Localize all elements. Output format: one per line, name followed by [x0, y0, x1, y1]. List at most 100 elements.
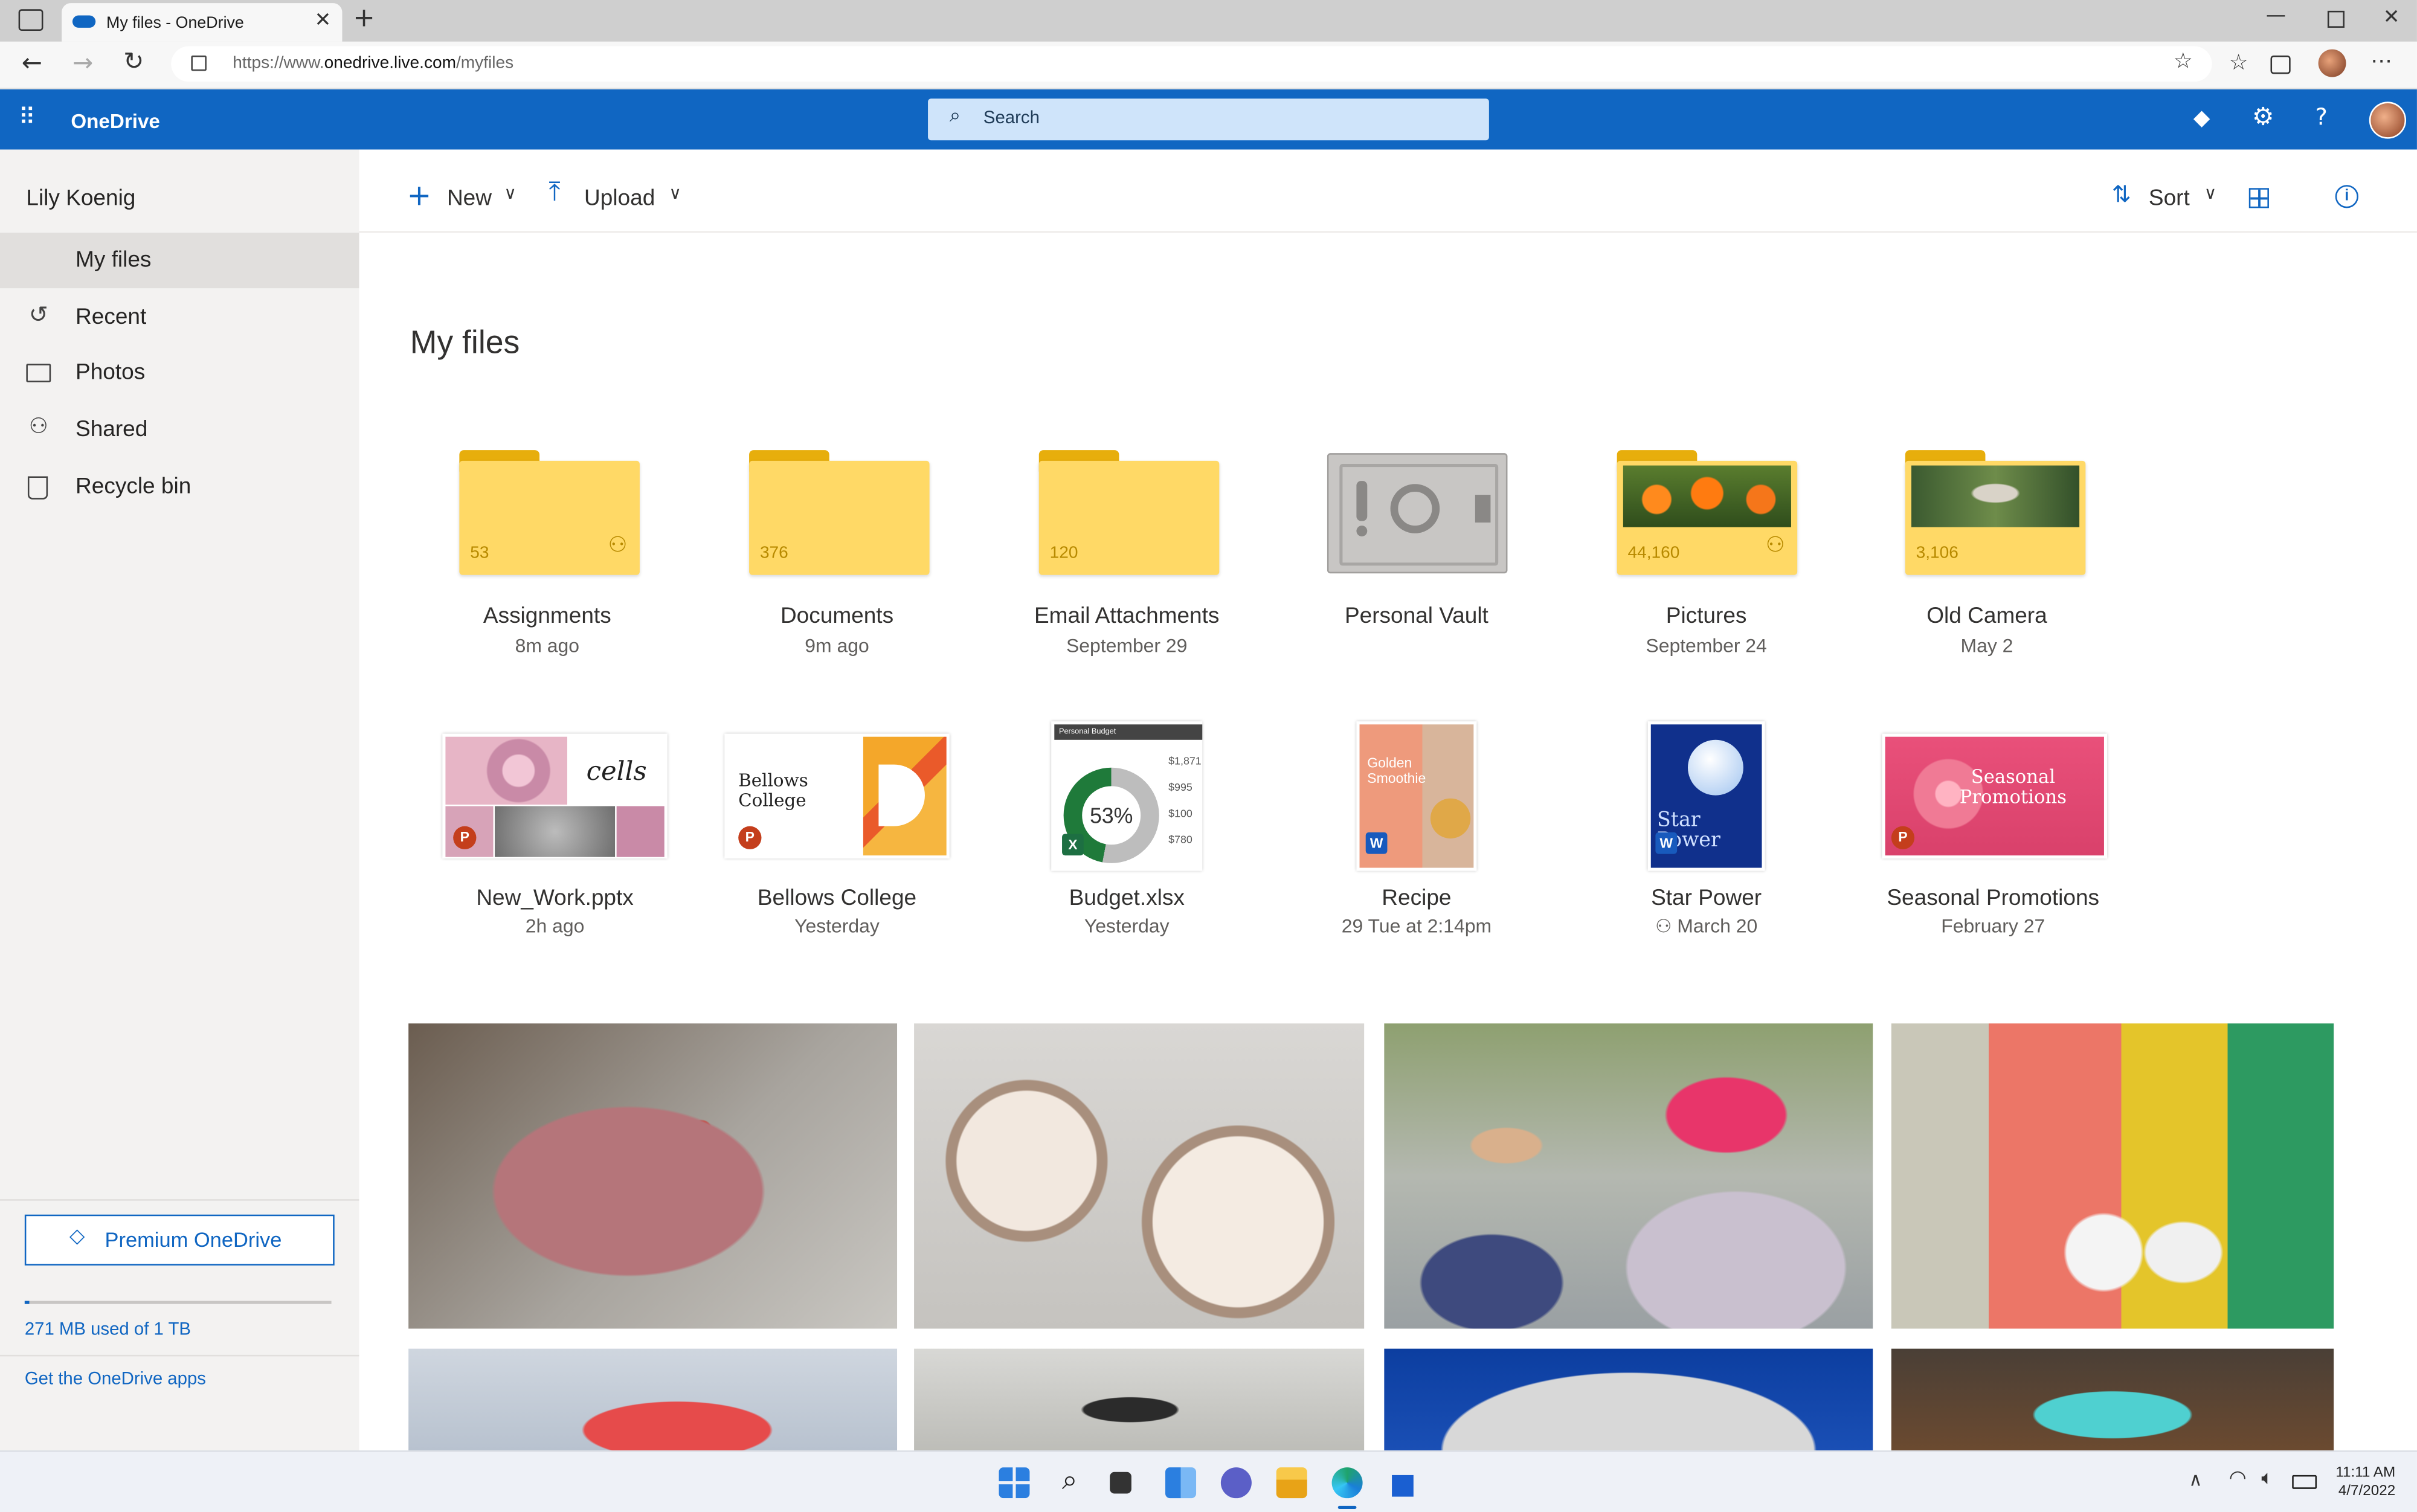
- storage-meter-fill: [24, 1301, 30, 1304]
- shared-people-icon: ⚇: [1655, 915, 1672, 938]
- tab-actions-icon[interactable]: [18, 9, 43, 31]
- edge-icon[interactable]: [1331, 1467, 1363, 1499]
- sidebar: Lily Koenig My files ↺ Recent Photos ⚇ S…: [0, 149, 359, 1451]
- sidebar-divider: [0, 1199, 359, 1201]
- store-icon[interactable]: [1387, 1467, 1418, 1499]
- premium-label: Premium OneDrive: [105, 1228, 282, 1252]
- file-new-work[interactable]: cells P New_Work.pptx 2h ago: [408, 721, 701, 953]
- favorites-icon[interactable]: ☆: [2229, 53, 2248, 74]
- photo-tile[interactable]: [1384, 1023, 1873, 1329]
- task-view-icon[interactable]: [1110, 1472, 1131, 1494]
- folder-modified: 9m ago: [805, 635, 869, 657]
- app-name[interactable]: OneDrive: [71, 109, 160, 132]
- file-seasonal-promotions[interactable]: Seasonal Promotions P Seasonal Promotion…: [1847, 721, 2140, 953]
- file-modified: 29 Tue at 2:14pm: [1341, 915, 1492, 938]
- clock[interactable]: 11:11 AM 4/7/2022: [2335, 1464, 2395, 1501]
- file-recipe[interactable]: Golden Smoothie W Recipe 29 Tue at 2:14p…: [1270, 721, 1563, 953]
- favorite-star-icon[interactable]: ☆: [2174, 51, 2193, 72]
- excel-icon: X: [1062, 834, 1084, 856]
- start-icon[interactable]: [999, 1467, 1030, 1499]
- folder-pictures[interactable]: 44,160 ⚇ Pictures September 24: [1560, 439, 1853, 671]
- sidebar-item-label: Shared: [76, 417, 148, 443]
- file-thumbnail: cells P: [442, 733, 668, 859]
- onedrive-cloud-icon: [72, 15, 96, 28]
- address-bar[interactable]: https://www.onedrive.live.com/myfiles ☆: [171, 46, 2212, 82]
- page-title: My files: [410, 325, 520, 361]
- restore-icon[interactable]: [2327, 10, 2345, 28]
- folder-email-attachments[interactable]: 120 Email Attachments September 29: [980, 439, 1273, 671]
- sidebar-item-label: Recycle bin: [76, 474, 191, 500]
- powerpoint-icon: P: [1891, 826, 1915, 849]
- word-icon: W: [1655, 832, 1678, 854]
- sidebar-divider: [0, 1354, 359, 1357]
- file-bellows-college[interactable]: Bellows College P Bellows College Yester…: [690, 721, 983, 953]
- chevron-down-icon[interactable]: ∨: [2204, 185, 2217, 202]
- help-icon[interactable]: ?: [2316, 106, 2328, 129]
- history-icon: ↺: [28, 300, 48, 329]
- sidebar-item-my-files[interactable]: My files: [0, 233, 359, 289]
- premium-onedrive-button[interactable]: ◇ Premium OneDrive: [24, 1214, 335, 1266]
- chevron-down-icon[interactable]: ∨: [669, 185, 681, 202]
- refresh-icon[interactable]: ↻: [123, 48, 144, 74]
- file-explorer-icon[interactable]: [1276, 1467, 1307, 1499]
- close-tab-icon[interactable]: ✕: [315, 11, 332, 31]
- search-input[interactable]: Search: [983, 109, 1040, 128]
- file-name: New_Work.pptx: [476, 886, 634, 911]
- chevron-up-icon[interactable]: ∧: [2189, 1470, 2202, 1489]
- back-icon[interactable]: ←: [22, 50, 42, 76]
- search-icon[interactable]: ⌕: [1054, 1467, 1085, 1498]
- photo-tile[interactable]: [914, 1348, 1365, 1451]
- premium-diamond-icon[interactable]: ◆: [2193, 108, 2210, 130]
- file-thumbnail: Golden Smoothie W: [1356, 721, 1477, 871]
- file-star-power[interactable]: Star Power W Star Power ⚇ March 20: [1560, 721, 1853, 953]
- account-avatar[interactable]: [2369, 101, 2407, 139]
- sidebar-item-shared[interactable]: ⚇ Shared: [0, 402, 359, 458]
- user-name: Lily Koenig: [26, 186, 136, 211]
- volume-icon[interactable]: 🔈︎: [2261, 1469, 2273, 1489]
- app-launcher-icon[interactable]: ⠿: [19, 106, 36, 129]
- sidebar-item-label: Photos: [76, 361, 146, 385]
- widgets-icon[interactable]: [1165, 1467, 1197, 1499]
- folder-name: Assignments: [483, 604, 611, 629]
- file-name: Seasonal Promotions: [1887, 886, 2100, 911]
- folder-personal-vault[interactable]: Personal Vault: [1270, 439, 1563, 671]
- browser-tab[interactable]: My files - OneDrive ✕: [62, 3, 343, 42]
- folder-assignments[interactable]: 53 ⚇ Assignments 8m ago: [401, 439, 694, 671]
- folder-documents[interactable]: 376 Documents 9m ago: [690, 439, 983, 671]
- folder-name: Email Attachments: [1034, 604, 1220, 629]
- photo-tile[interactable]: [1384, 1348, 1873, 1451]
- sidebar-item-recent[interactable]: ↺ Recent: [0, 290, 359, 346]
- sidebar-item-photos[interactable]: Photos: [0, 346, 359, 401]
- folder-old-camera[interactable]: 3,106 Old Camera May 2: [1841, 439, 2134, 671]
- collections-icon[interactable]: [2270, 55, 2291, 74]
- folder-modified: May 2: [1960, 635, 2013, 657]
- photo-tile[interactable]: [914, 1023, 1365, 1329]
- info-icon[interactable]: i: [2335, 185, 2358, 208]
- settings-gear-icon[interactable]: ⚙: [2252, 104, 2274, 130]
- storage-usage[interactable]: 271 MB used of 1 TB: [25, 1321, 191, 1340]
- minimize-icon[interactable]: —: [2266, 6, 2286, 26]
- upload-button[interactable]: Upload: [584, 187, 655, 211]
- photo-tile[interactable]: [408, 1348, 898, 1451]
- forward-icon[interactable]: →: [72, 50, 93, 76]
- profile-avatar[interactable]: [2318, 49, 2346, 77]
- file-thumbnail: Personal Budget 53% $1,871 $995 $100 $78…: [1051, 721, 1203, 871]
- photo-tile[interactable]: [408, 1023, 898, 1329]
- people-icon: ⚇: [28, 414, 48, 440]
- file-budget[interactable]: Personal Budget 53% $1,871 $995 $100 $78…: [980, 721, 1273, 953]
- chat-icon[interactable]: [1220, 1467, 1252, 1499]
- browser-menu-icon[interactable]: ⋯: [2370, 51, 2392, 72]
- sort-button[interactable]: Sort: [2149, 187, 2190, 211]
- wifi-icon[interactable]: ◠: [2229, 1469, 2247, 1489]
- search-box[interactable]: ⌕ Search: [928, 98, 1489, 141]
- battery-icon[interactable]: [2292, 1475, 2317, 1489]
- get-apps-link[interactable]: Get the OneDrive apps: [25, 1370, 206, 1389]
- chevron-down-icon[interactable]: ∨: [504, 185, 517, 202]
- new-tab-icon[interactable]: +: [353, 5, 375, 32]
- grid-view-icon[interactable]: [2248, 188, 2269, 208]
- close-window-icon[interactable]: ✕: [2383, 8, 2400, 28]
- sidebar-item-recycle-bin[interactable]: Recycle bin: [0, 459, 359, 515]
- photo-tile[interactable]: [1891, 1023, 2334, 1329]
- new-button[interactable]: New: [447, 187, 492, 211]
- photo-tile[interactable]: [1891, 1348, 2334, 1451]
